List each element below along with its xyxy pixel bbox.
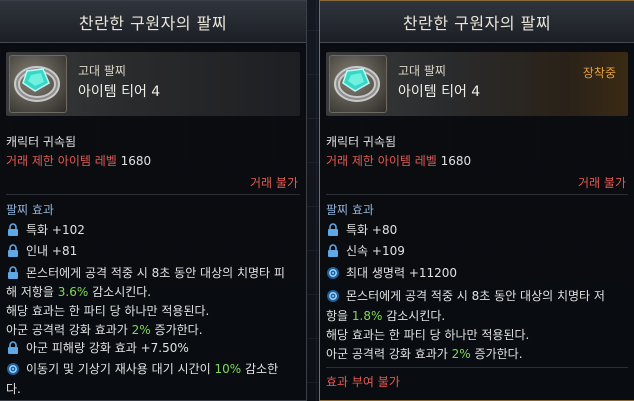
- effect-row: 몬스터에게 공격 적중 시 8초 동안 대상의 치명타 피: [6, 264, 285, 281]
- divider: [6, 194, 300, 195]
- cd-pre: 이동기 및 기상기 재사용 대기 시간이: [26, 362, 215, 376]
- trade-level-value: 1680: [440, 154, 472, 168]
- trade-level-label: 거래 제한 아이템 레벨: [326, 154, 437, 168]
- equipped-badge: 장착중: [582, 66, 616, 80]
- ally-value: 2%: [131, 323, 151, 337]
- effect-text: 인내 +81: [26, 244, 78, 258]
- item-name: 찬란한 구원자의 팔찌: [402, 13, 552, 33]
- effect-row: 신속 +109: [326, 242, 405, 259]
- effect-text-pre: 해 저항을: [6, 285, 58, 299]
- tooltip-header: 찬란한 구원자의 팔찌: [320, 1, 634, 43]
- item-card: 고대 팔찌 아이템 티어 4: [6, 52, 300, 116]
- effect-text: 특화 +102: [26, 223, 85, 237]
- bound-status: 캐릭터 귀속됨: [6, 135, 77, 149]
- tooltip-header: 찬란한 구원자의 팔찌: [0, 1, 306, 43]
- item-grade: 고대 팔찌: [78, 64, 126, 78]
- ally-note: 아군 공격력 강화 효과가 2% 증가한다.: [326, 345, 523, 362]
- effect-row: 최대 생명력 +11200: [326, 264, 457, 281]
- lock-icon: [8, 340, 18, 354]
- item-tier: 아이템 티어 4: [398, 84, 481, 100]
- effect-value: 1.8%: [351, 309, 383, 323]
- trade-level-value: 1680: [120, 154, 152, 168]
- bracelet-icon: [329, 55, 387, 113]
- inventory-screen: 찬란한 구원자의 팔찌 고대 팔찌 아이템 티어 4 캐릭터 귀속됨 거래 제한…: [0, 0, 634, 401]
- trade-status: 거래 불가: [250, 176, 298, 190]
- trade-level: 거래 제한 아이템 레벨 1680: [6, 152, 151, 169]
- ally-note: 아군 공격력 강화 효과가 2% 증가한다.: [6, 321, 203, 338]
- item-card: 고대 팔찌 아이템 티어 4 장착중: [326, 52, 628, 116]
- swirl-icon: [327, 266, 339, 279]
- item-tooltip-equipped: 찬란한 구원자의 팔찌 고대 팔찌 아이템 티어 4 장착중 캐릭터 귀속됨 거…: [319, 0, 634, 401]
- cd-value: 10%: [214, 362, 242, 376]
- effect-text: 최대 생명력 +11200: [346, 266, 458, 280]
- effect-text: 이동기 및 기상기 재사용 대기 시간이 10% 감소한: [26, 360, 278, 377]
- effect-row: 인내 +81: [6, 242, 77, 259]
- item-grade: 고대 팔찌: [398, 64, 446, 78]
- trade-status: 거래 불가: [578, 176, 626, 190]
- effect-text: 특화 +80: [346, 223, 398, 237]
- effect-text: 몬스터에게 공격 적중 시 8초 동안 대상의 치명타 저: [346, 289, 605, 303]
- effect-text-post: 감소시킨다.: [88, 285, 152, 299]
- effect-text-continued: 항을 1.8% 감소시킨다.: [326, 307, 445, 324]
- effect-row: 몬스터에게 공격 적중 시 8초 동안 대상의 치명타 저: [326, 287, 605, 304]
- effects-title: 팔찌 효과: [326, 203, 374, 217]
- item-name: 찬란한 구원자의 팔찌: [78, 13, 228, 33]
- effect-text-pre: 항을: [326, 309, 352, 323]
- party-note: 해당 효과는 한 파티 당 하나만 적용된다.: [326, 328, 530, 342]
- item-tier: 아이템 티어 4: [78, 84, 161, 100]
- ally-post: 증가한다.: [150, 323, 203, 337]
- swirl-icon: [7, 362, 19, 375]
- effect-text: 몬스터에게 공격 적중 시 8초 동안 대상의 치명타 피: [26, 266, 285, 280]
- trade-level-label: 거래 제한 아이템 레벨: [6, 154, 117, 168]
- effect-row: 특화 +80: [326, 221, 397, 238]
- lock-icon: [8, 243, 18, 257]
- ally-pre: 아군 공격력 강화 효과가: [6, 323, 132, 337]
- ally-value: 2%: [451, 347, 471, 361]
- bound-status: 캐릭터 귀속됨: [326, 135, 397, 149]
- lock-icon: [8, 265, 18, 279]
- ally-pre: 아군 공격력 강화 효과가: [326, 347, 452, 361]
- effect-row: 아군 피해량 강화 효과 +7.50%: [6, 339, 189, 356]
- effect-text-post: 감소시킨다.: [382, 309, 446, 323]
- bracelet-icon: [9, 55, 67, 113]
- cd-post: 감소한: [241, 362, 279, 376]
- effect-text: 아군 피해량 강화 효과 +7.50%: [26, 341, 189, 355]
- divider: [326, 367, 628, 368]
- item-tooltip-compare: 찬란한 구원자의 팔찌 고대 팔찌 아이템 티어 4 캐릭터 귀속됨 거래 제한…: [0, 0, 307, 401]
- swirl-icon: [327, 289, 339, 302]
- party-note: 해당 효과는 한 파티 당 하나만 적용된다.: [6, 304, 210, 318]
- trade-level: 거래 제한 아이템 레벨 1680: [326, 152, 471, 169]
- ally-post: 증가한다.: [470, 347, 523, 361]
- effect-row: 특화 +102: [6, 221, 85, 238]
- grant-title: 효과 부여 불가: [326, 375, 400, 389]
- effect-text: 신속 +109: [346, 244, 405, 258]
- lock-icon: [328, 222, 338, 236]
- effect-text-continued: 다.: [6, 382, 21, 396]
- effect-row: 이동기 및 기상기 재사용 대기 시간이 10% 감소한: [6, 360, 278, 377]
- lock-icon: [8, 222, 18, 236]
- effect-text-continued: 해 저항을 3.6% 감소시킨다.: [6, 283, 151, 300]
- lock-icon: [328, 243, 338, 257]
- divider: [326, 194, 628, 195]
- effect-value: 3.6%: [57, 285, 89, 299]
- effects-title: 팔찌 효과: [6, 203, 54, 217]
